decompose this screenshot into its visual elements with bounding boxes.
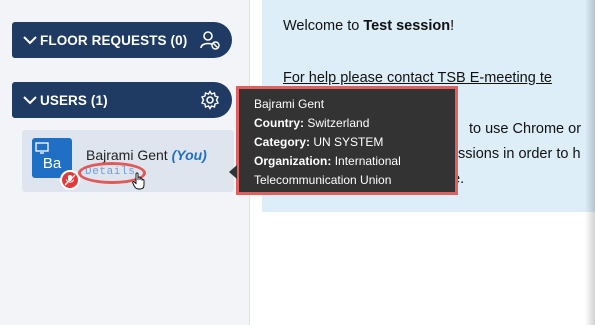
session-name: Test session — [363, 18, 451, 34]
user-details-tooltip: Bajrami Gent Country: Switzerland Catego… — [229, 86, 458, 195]
sidebar: FLOOR REQUESTS (0) USERS (1) Ba Bajrami … — [0, 0, 250, 325]
chevron-down-icon — [20, 90, 40, 110]
screen-share-icon — [35, 141, 49, 154]
tooltip-arrow — [229, 165, 237, 179]
welcome-line: Welcome to Test session! — [283, 18, 455, 34]
content-text-line-2: ssions in order to h — [458, 146, 581, 162]
users-header[interactable]: USERS (1) — [12, 82, 232, 118]
gear-icon[interactable] — [200, 90, 220, 110]
tooltip-organization-line2: Telecommunication Union — [254, 173, 392, 187]
help-contact-line[interactable]: For help please contact TSB E-meeting te — [283, 70, 552, 86]
window-shadow — [585, 0, 595, 325]
tooltip-name: Bajrami Gent — [254, 97, 325, 111]
avatar-initials: Ba — [42, 155, 62, 172]
user-remove-icon[interactable] — [200, 30, 220, 50]
user-name-line: Bajrami Gent (You) — [86, 147, 207, 163]
floor-requests-header[interactable]: FLOOR REQUESTS (0) — [12, 22, 232, 58]
tooltip-country: Country: Switzerland — [254, 116, 370, 130]
content-text-line-1: to use Chrome or — [469, 121, 582, 137]
you-tag: (You) — [171, 147, 207, 163]
mic-muted-icon — [60, 170, 80, 190]
user-name: Bajrami Gent — [86, 147, 168, 163]
users-title: USERS (1) — [40, 92, 108, 108]
tooltip-category: Category: UN SYSTEM — [254, 135, 384, 149]
hand-cursor-icon — [132, 172, 146, 190]
floor-requests-title: FLOOR REQUESTS (0) — [40, 32, 188, 48]
tooltip-organization: Organization: International — [254, 154, 401, 168]
user-list-item[interactable]: Ba Bajrami Gent (You) Details — [22, 130, 234, 192]
chevron-down-icon — [20, 30, 40, 50]
